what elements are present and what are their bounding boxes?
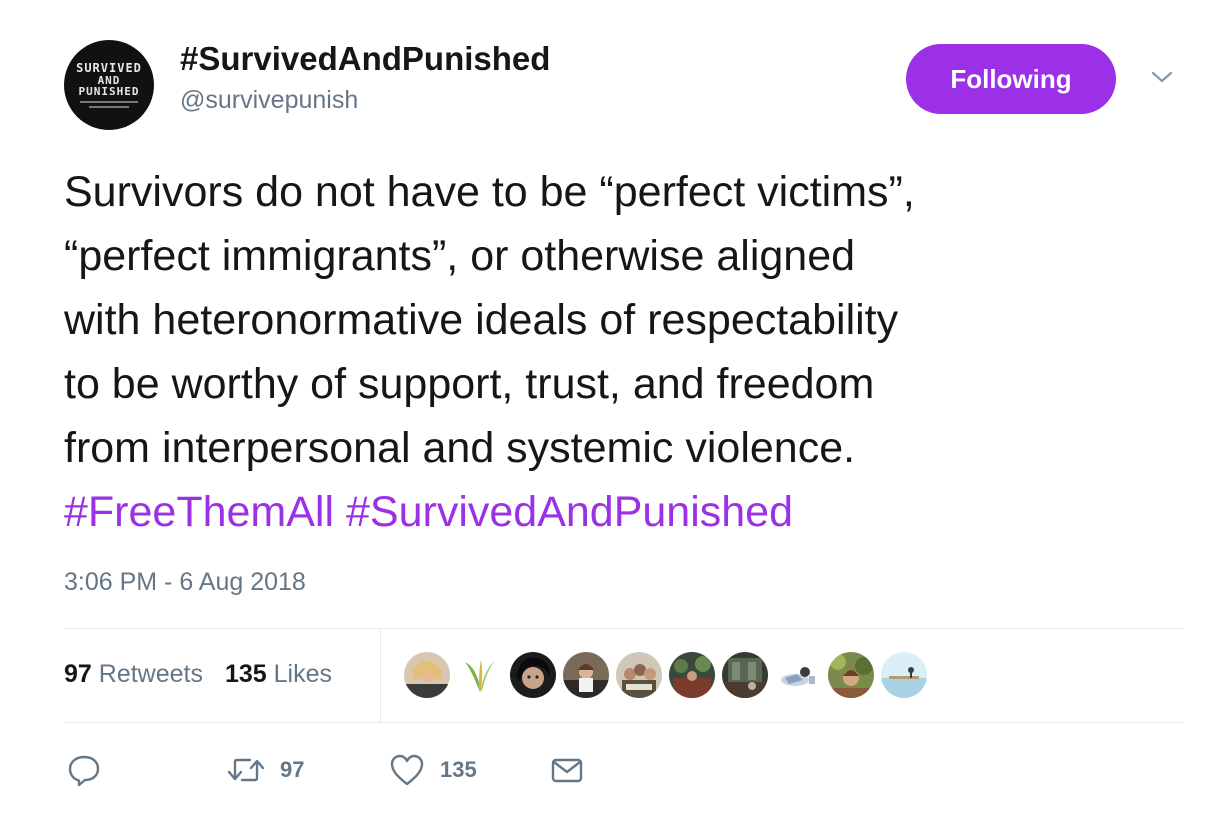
liker-avatar[interactable] [457,652,503,698]
profile-avatar[interactable]: SURVIVED AND PUNISHED [64,40,154,130]
liker-avatars [404,652,927,698]
retweets-label: Retweets [98,660,203,688]
liker-avatar[interactable] [669,652,715,698]
likes-stat[interactable]: 135 Likes [225,660,332,689]
avatar-fine-print [89,105,129,108]
tweet-text: Survivors do not have to be “perfect vic… [64,160,1194,480]
reply-button[interactable] [66,748,102,792]
tweet-text-line: Survivors do not have to be “perfect vic… [64,168,915,216]
retweet-icon [227,758,265,782]
like-button[interactable]: 135 [388,748,477,792]
liker-avatar[interactable] [775,652,821,698]
avatar-text-line3: PUNISHED [78,85,140,99]
retweet-button[interactable]: 97 [226,748,304,792]
retweet-count: 97 [280,757,305,782]
divider [64,722,1184,723]
liker-avatar[interactable] [616,652,662,698]
tweet-timestamp[interactable]: 3:06 PM - 6 Aug 2018 [64,568,306,597]
tweet-actions: 97 135 [66,748,666,792]
tweet-text-line: “perfect immigrants”, or otherwise align… [64,232,856,280]
avatar-fine-print [80,100,138,103]
hashtag-link[interactable]: #FreeThemAll [64,488,334,536]
liker-avatar[interactable] [563,652,609,698]
display-name[interactable]: #SurvivedAndPunished [180,40,550,78]
tweet-text-line: to be worthy of support, trust, and free… [64,360,875,408]
avatar-text-line1: SURVIVED [76,61,142,76]
divider [380,628,381,722]
liker-avatar[interactable] [722,652,768,698]
tweet-text-line: with heteronormative ideals of respectab… [64,296,899,344]
liker-avatar[interactable] [881,652,927,698]
tweet-stats: 97 Retweets 135 Likes [64,660,332,689]
like-count: 135 [440,757,477,782]
likes-label: Likes [273,660,333,688]
retweets-count: 97 [64,660,92,688]
envelope-icon [551,758,583,783]
hashtag-link[interactable]: #SurvivedAndPunished [346,488,793,536]
likes-count: 135 [224,660,267,688]
liker-avatar[interactable] [404,652,450,698]
retweets-stat[interactable]: 97 Retweets [64,660,203,689]
tweet-text-line: from interpersonal and systemic violence… [64,424,856,472]
following-button[interactable]: Following [906,44,1116,114]
divider [64,628,1184,629]
direct-message-button[interactable] [550,748,584,792]
user-handle[interactable]: @survivepunish [180,86,358,115]
liker-avatar[interactable] [510,652,556,698]
chevron-down-icon[interactable] [1150,68,1174,86]
heart-icon [390,754,424,786]
liker-avatar[interactable] [828,652,874,698]
tweet-hashtags: #FreeThemAll #SurvivedAndPunished [64,480,793,544]
reply-icon [68,755,100,787]
